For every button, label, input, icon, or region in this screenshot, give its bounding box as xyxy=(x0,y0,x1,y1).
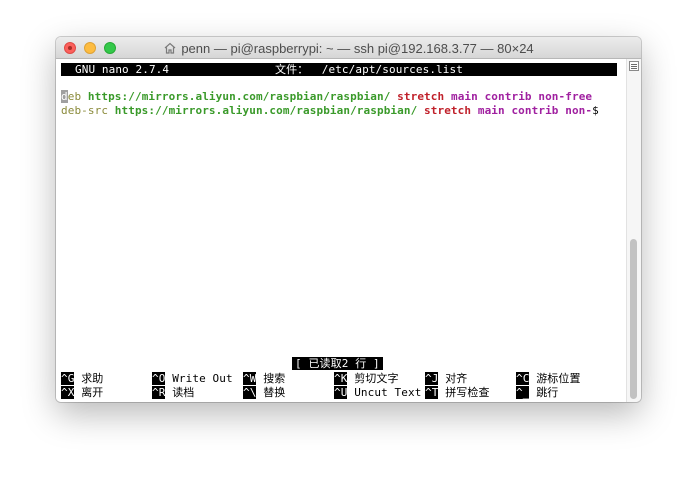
line-2-suite: stretch xyxy=(424,104,472,117)
shortcut-uncut-text[interactable]: ^U Uncut Text xyxy=(334,386,421,399)
shortcut-key: ^O xyxy=(152,372,166,385)
shortcut-spell-check[interactable]: ^T 拼写检查 xyxy=(425,386,490,399)
shortcut-cut-text[interactable]: ^K 剪切文字 xyxy=(334,372,399,385)
shortcut-label: Uncut Text xyxy=(354,386,422,399)
editor-line-2[interactable]: deb-src https://mirrors.aliyun.com/raspb… xyxy=(61,104,599,118)
shortcut-key: ^K xyxy=(334,372,348,385)
shortcut-help[interactable]: ^G 求助 xyxy=(61,372,103,385)
shortcut-cursor-position[interactable]: ^C 游标位置 xyxy=(516,372,581,385)
scrollbar-thumb[interactable] xyxy=(630,239,637,399)
shortcut-key: ^G xyxy=(61,372,75,385)
shortcut-key: ^W xyxy=(243,372,257,385)
shortcut-label: 跳行 xyxy=(536,386,559,399)
status-message: [ 已读取2 行 ] xyxy=(292,357,383,370)
nano-title-bar: GNU nano 2.7.4 文件： /etc/apt/sources.list xyxy=(61,63,617,76)
shortcut-label: 搜索 xyxy=(263,372,286,385)
nano-file-name: 文件： /etc/apt/sources.list xyxy=(275,63,463,76)
line-1-url: https://mirrors.aliyun.com/raspbian/rasp… xyxy=(87,90,391,103)
editor-line-1[interactable]: deb https://mirrors.aliyun.com/raspbian/… xyxy=(61,90,592,104)
shortcut-key: ^_ xyxy=(516,386,530,399)
shortcut-key: ^J xyxy=(425,372,439,385)
shortcut-key: ^C xyxy=(516,372,530,385)
line-2-components: main contrib non- xyxy=(477,104,593,117)
shortcut-key: ^\ xyxy=(243,386,257,399)
shortcut-label: 离开 xyxy=(81,386,104,399)
window-title: penn — pi@raspberrypi: ~ — ssh pi@192.16… xyxy=(181,40,534,56)
terminal-window: penn — pi@raspberrypi: ~ — ssh pi@192.16… xyxy=(56,37,641,402)
text-cursor: d xyxy=(61,90,68,103)
line-overflow-marker: $ xyxy=(592,104,599,117)
shortcut-key: ^T xyxy=(425,386,439,399)
title-bar[interactable]: penn — pi@raspberrypi: ~ — ssh pi@192.16… xyxy=(56,37,641,59)
nano-version: GNU nano 2.7.4 xyxy=(75,63,170,76)
shortcut-replace[interactable]: ^\ 替换 xyxy=(243,386,285,399)
shortcut-label: Write Out xyxy=(172,372,233,385)
shortcut-exit[interactable]: ^X 离开 xyxy=(61,386,103,399)
shortcut-label: 剪切文字 xyxy=(354,372,399,385)
shortcut-label: 求助 xyxy=(81,372,104,385)
shortcut-search[interactable]: ^W 搜索 xyxy=(243,372,285,385)
split-pane-icon[interactable] xyxy=(629,61,639,71)
shortcut-justify[interactable]: ^J 对齐 xyxy=(425,372,467,385)
shortcut-label: 替换 xyxy=(263,386,286,399)
line-1-suite: stretch xyxy=(397,90,445,103)
line-1-type: eb xyxy=(67,90,82,103)
line-1-components: main contrib non-free xyxy=(450,90,593,103)
line-2-type: deb-src xyxy=(61,104,109,117)
shortcut-label: 游标位置 xyxy=(536,372,581,385)
shortcut-write-out[interactable]: ^O Write Out xyxy=(152,372,233,385)
shortcut-go-to-line[interactable]: ^_ 跳行 xyxy=(516,386,558,399)
home-icon xyxy=(163,41,177,55)
line-2-url: https://mirrors.aliyun.com/raspbian/rasp… xyxy=(114,104,418,117)
shortcut-key: ^R xyxy=(152,386,166,399)
terminal-area[interactable]: GNU nano 2.7.4 文件： /etc/apt/sources.list… xyxy=(56,59,626,402)
shortcut-read-file[interactable]: ^R 读档 xyxy=(152,386,194,399)
vertical-scrollbar[interactable] xyxy=(626,59,641,402)
shortcut-label: 读档 xyxy=(172,386,195,399)
shortcut-key: ^X xyxy=(61,386,75,399)
window-title-container: penn — pi@raspberrypi: ~ — ssh pi@192.16… xyxy=(56,37,641,59)
shortcut-label: 拼写检查 xyxy=(445,386,490,399)
file-label: 文件： xyxy=(275,63,309,76)
shortcut-key: ^U xyxy=(334,386,348,399)
file-path: /etc/apt/sources.list xyxy=(321,63,463,76)
shortcut-label: 对齐 xyxy=(445,372,468,385)
